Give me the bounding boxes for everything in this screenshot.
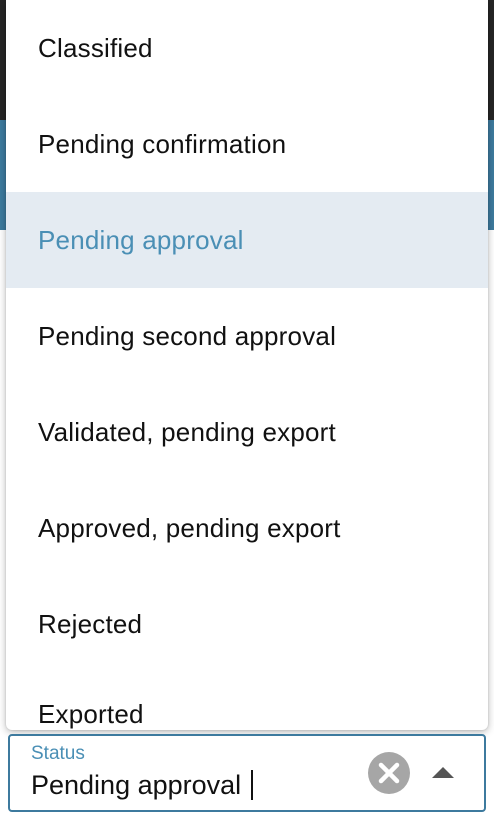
status-field-value: Pending approval	[31, 770, 242, 800]
caret-up-icon	[432, 767, 454, 778]
option-label: Pending second approval	[38, 320, 337, 351]
dropdown-toggle-button[interactable]	[422, 752, 464, 794]
option-validated-pending-export[interactable]: Validated, pending export	[6, 384, 488, 480]
option-label: Exported	[38, 699, 144, 729]
option-label: Rejected	[38, 608, 143, 639]
option-exported[interactable]: Exported	[6, 672, 488, 730]
option-label: Validated, pending export	[38, 416, 336, 447]
option-label: Classified	[38, 32, 153, 63]
text-cursor	[251, 770, 254, 800]
option-pending-confirmation[interactable]: Pending confirmation	[6, 96, 488, 192]
status-select-field[interactable]: Status Pending approval	[8, 734, 486, 812]
option-rejected[interactable]: Rejected	[6, 576, 488, 672]
option-label: Pending approval	[38, 224, 244, 255]
option-classified[interactable]: Classified	[6, 0, 488, 96]
clear-button[interactable]	[368, 752, 410, 794]
option-pending-second-approval[interactable]: Pending second approval	[6, 288, 488, 384]
status-field-input[interactable]: Pending approval	[31, 770, 254, 801]
option-label: Approved, pending export	[38, 512, 341, 543]
clear-circle-icon	[378, 762, 400, 784]
option-pending-approval[interactable]: Pending approval	[6, 192, 488, 288]
status-options-menu: Classified Pending confirmation Pending …	[6, 0, 488, 730]
option-label: Pending confirmation	[38, 128, 287, 159]
option-approved-pending-export[interactable]: Approved, pending export	[6, 480, 488, 576]
status-field-label: Status	[31, 743, 85, 764]
